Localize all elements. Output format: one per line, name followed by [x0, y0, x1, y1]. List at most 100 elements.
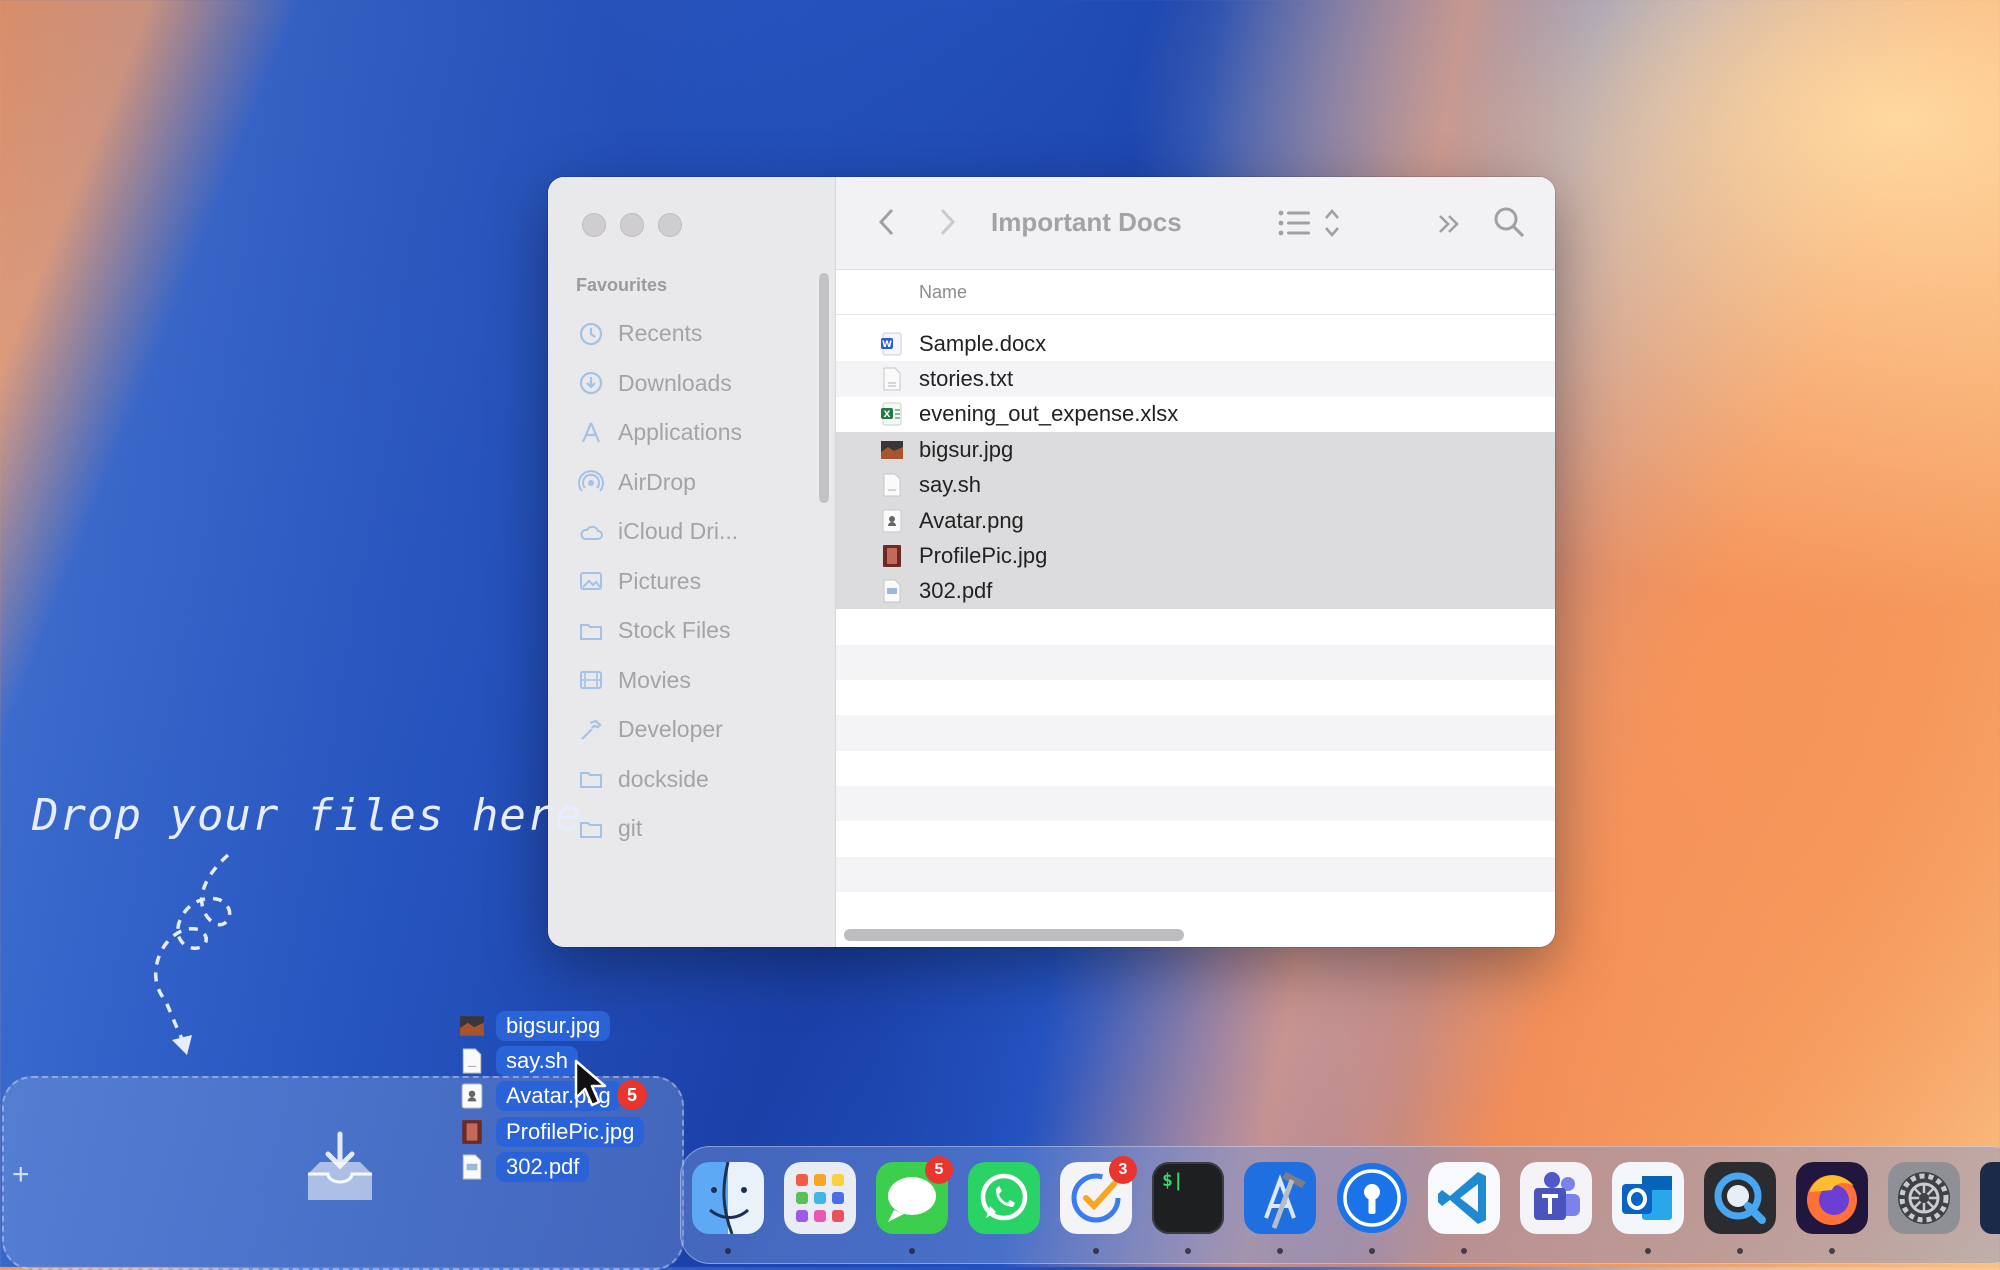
curly-arrow-icon	[153, 853, 232, 1055]
running-indicator	[1185, 1248, 1191, 1254]
file-row-say-sh[interactable]: say.sh	[836, 467, 1555, 503]
airdrop-icon	[578, 470, 604, 492]
sidebar-item-pictures[interactable]: Pictures	[548, 557, 835, 607]
file-row-sample-docx[interactable]: W Sample.docx	[836, 326, 1555, 361]
xcode-icon[interactable]	[1244, 1162, 1316, 1234]
close-button[interactable]	[582, 213, 606, 237]
running-indicator	[1829, 1248, 1835, 1254]
sidebar-item-developer[interactable]: Developer	[548, 705, 835, 755]
script-file-icon	[462, 1048, 482, 1074]
sidebar-item-downloads[interactable]: Downloads	[548, 359, 835, 409]
messages-badge: 5	[925, 1156, 953, 1184]
sidebar-item-dockside[interactable]: dockside	[548, 755, 835, 805]
column-header-name[interactable]: Name	[836, 270, 1555, 315]
finder-main: Important Docs Name W Sample.docx storie…	[836, 177, 1555, 947]
search-icon[interactable]	[1492, 205, 1526, 239]
tasks-badge: 3	[1109, 1156, 1137, 1184]
png-file-icon	[882, 509, 902, 533]
favourites-heading: Favourites	[576, 275, 668, 295]
pdf-file-icon	[462, 1154, 482, 1180]
outlook-icon[interactable]	[1612, 1162, 1684, 1234]
launchpad-icon[interactable]	[784, 1162, 856, 1234]
finder-toolbar: Important Docs	[836, 177, 1555, 270]
terminal-icon[interactable]: $|	[1152, 1162, 1224, 1234]
settings-gear-icon[interactable]	[1888, 1162, 1960, 1234]
finder-icon[interactable]	[692, 1162, 764, 1234]
sidebar-item-stock-files[interactable]: Stock Files	[548, 606, 835, 656]
window-title: Important Docs	[991, 207, 1182, 237]
text-file-icon	[883, 367, 901, 391]
quicktime-icon[interactable]	[1704, 1162, 1776, 1234]
excel-file-icon: X	[881, 402, 902, 426]
file-row-302-pdf[interactable]: 302.pdf	[836, 573, 1555, 610]
sidebar-item-applications[interactable]: Applications	[548, 408, 835, 458]
minimize-button[interactable]	[620, 213, 644, 237]
whatsapp-icon[interactable]	[968, 1162, 1040, 1234]
running-indicator	[1461, 1248, 1467, 1254]
script-file-icon	[883, 473, 901, 497]
svg-text:X: X	[884, 410, 891, 420]
running-indicator	[725, 1248, 731, 1254]
dragged-file[interactable]: 302.pdf	[460, 1150, 644, 1185]
applications-icon	[581, 422, 601, 443]
file-row-avatar-png[interactable]: Avatar.png	[836, 502, 1555, 539]
drop-hint-text: Drop your files here	[32, 790, 582, 841]
file-list: W Sample.docx stories.txt X evening_out_…	[836, 315, 1555, 610]
dragged-file[interactable]: ProfilePic.jpg	[460, 1114, 645, 1149]
add-icon[interactable]: +	[12, 1158, 30, 1192]
sidebar-item-airdrop[interactable]: AirDrop	[548, 458, 835, 508]
tray-download-icon	[308, 1131, 372, 1200]
drag-count-badge: 5	[617, 1080, 647, 1110]
hammer-icon	[581, 719, 602, 740]
partial-dock-app-icon[interactable]	[1980, 1162, 2000, 1234]
film-icon	[580, 671, 602, 690]
running-indicator	[1277, 1248, 1283, 1254]
vscode-icon[interactable]	[1428, 1162, 1500, 1234]
back-chevron-icon[interactable]	[874, 205, 900, 239]
dragged-file[interactable]: say.sh	[460, 1043, 644, 1078]
pdf-file-icon	[883, 579, 901, 603]
sidebar-item-git[interactable]: git	[548, 804, 835, 854]
firefox-icon[interactable]	[1796, 1162, 1868, 1234]
sidebar-list: Recents Downloads Applications AirDrop i…	[548, 309, 835, 854]
photo-file-icon	[883, 545, 901, 568]
running-indicator	[909, 1248, 915, 1254]
photo-file-icon	[462, 1119, 482, 1144]
file-row-stories-txt[interactable]: stories.txt	[836, 361, 1555, 397]
window-controls	[582, 213, 682, 237]
download-circle-icon	[579, 372, 603, 395]
image-file-icon	[881, 440, 903, 459]
sidebar-item-recents[interactable]: Recents	[548, 309, 835, 359]
png-file-icon	[461, 1084, 483, 1109]
image-file-icon	[460, 1015, 484, 1036]
dragged-file[interactable]: bigsur.jpg	[460, 1008, 644, 1043]
folder-icon	[580, 772, 602, 789]
running-indicator	[1093, 1248, 1099, 1254]
finder-window[interactable]: Favourites Recents Downloads Application…	[548, 177, 1555, 947]
horizontal-scrollbar[interactable]	[844, 929, 1184, 941]
empty-rows	[836, 609, 1555, 893]
running-indicator	[1645, 1248, 1651, 1254]
cloud-icon	[580, 525, 603, 540]
running-indicator	[1369, 1248, 1375, 1254]
sidebar-item-icloud[interactable]: iCloud Dri...	[548, 507, 835, 557]
word-doc-icon: W	[881, 332, 902, 356]
file-row-evening-out-expense-xlsx[interactable]: X evening_out_expense.xlsx	[836, 397, 1555, 432]
sort-updown-icon[interactable]	[1324, 207, 1340, 239]
mouse-cursor-icon	[574, 1059, 607, 1107]
sidebar-item-movies[interactable]: Movies	[548, 656, 835, 706]
finder-sidebar: Favourites Recents Downloads Application…	[548, 177, 836, 947]
more-toolbar-icon[interactable]	[1436, 211, 1462, 237]
zoom-button[interactable]	[658, 213, 682, 237]
file-row-profilepic-jpg[interactable]: ProfilePic.jpg	[836, 538, 1555, 574]
clock-icon	[579, 322, 603, 345]
sidebar-scrollbar[interactable]	[819, 273, 829, 503]
keyhole-icon[interactable]	[1336, 1162, 1408, 1234]
list-view-icon[interactable]	[1278, 209, 1312, 237]
teams-icon[interactable]	[1520, 1162, 1592, 1234]
pictures-icon	[580, 572, 602, 591]
file-row-bigsur-jpg[interactable]: bigsur.jpg	[836, 432, 1555, 468]
folder-icon	[580, 623, 602, 640]
forward-chevron-icon[interactable]	[934, 205, 960, 239]
running-indicator	[1737, 1248, 1743, 1254]
